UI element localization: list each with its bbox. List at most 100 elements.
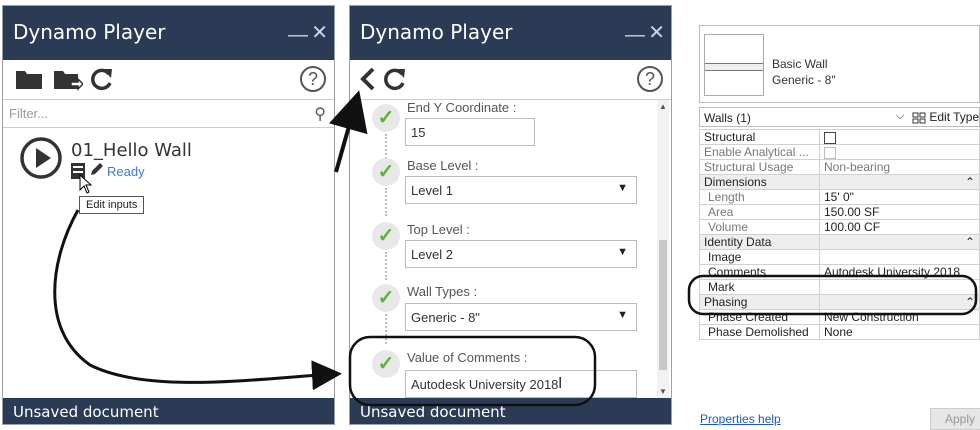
status-bar: Unsaved document (3, 398, 334, 424)
property-value: Non-bearing (819, 159, 980, 175)
property-row[interactable]: Comments Autodesk University 2018 (699, 264, 980, 280)
checkbox[interactable] (824, 131, 836, 144)
type-family: Basic Wall (772, 57, 828, 71)
minimize-button[interactable]: — (288, 24, 308, 47)
connector-line (385, 188, 387, 216)
property-name: Phase Demolished (699, 324, 820, 340)
scroll-down-icon[interactable]: ▼ (659, 387, 667, 396)
field-value: Level 2 (411, 247, 453, 262)
property-row[interactable]: Structural (699, 129, 980, 145)
property-row[interactable]: Phase Demolished None (699, 324, 980, 340)
dynamo-player-panel-right: Dynamo Player — ✕ ? ✓ End Y Coordinate :… (349, 5, 672, 425)
toolbar: ? (3, 60, 334, 100)
properties-help-link[interactable]: Properties help (700, 412, 781, 426)
type-name: Basic Wall Generic - 8" (772, 56, 836, 88)
property-row[interactable]: Image (699, 249, 980, 265)
field-value: Generic - 8" (411, 310, 480, 325)
property-value[interactable] (819, 249, 980, 265)
minimize-button[interactable]: — (625, 24, 645, 47)
property-value[interactable]: New Construction (819, 309, 980, 325)
property-name: Enable Analytical ... (699, 144, 820, 160)
wall-types-dropdown[interactable]: Generic - 8" ▼ (405, 303, 637, 331)
export-folder-icon[interactable] (53, 68, 83, 92)
field-label: End Y Coordinate : (407, 100, 517, 115)
dynamo-player-panel-left: Dynamo Player — ✕ ? Filter... ⚲ 01_Hello… (2, 5, 335, 425)
edit-type-label: Edit Type (929, 110, 980, 124)
selection-filter[interactable]: Walls (1) ⌵ Edit Type (699, 107, 980, 127)
field-label: Top Level : (407, 222, 470, 237)
selection-label: Walls (1) (704, 111, 751, 125)
properties-panel: Basic Wall Generic - 8" Walls (1) ⌵ Edit… (699, 25, 980, 430)
property-value[interactable]: None (819, 324, 980, 340)
type-selector[interactable]: Basic Wall Generic - 8" (699, 25, 980, 103)
text-cursor-icon: I (558, 375, 563, 392)
base-level-dropdown[interactable]: Level 1 ▼ (405, 176, 637, 204)
field-label: Wall Types : (407, 284, 478, 299)
back-arrow-icon[interactable] (358, 66, 378, 92)
collapse-icon[interactable]: ⌃ (819, 294, 980, 310)
property-value: 150.00 SF (819, 204, 980, 220)
filter-input[interactable]: Filter... ⚲ (3, 100, 334, 128)
type-variant: Generic - 8" (772, 73, 836, 87)
close-button[interactable]: ✕ (311, 20, 328, 45)
group-name: Identity Data (699, 234, 820, 250)
dropdown-caret-icon: ▼ (617, 309, 628, 321)
help-button[interactable]: ? (300, 66, 326, 92)
field-value: 15 (411, 125, 426, 140)
comments-value-input[interactable]: Autodesk University 2018 I (405, 370, 637, 398)
scroll-up-icon[interactable]: ▲ (659, 102, 667, 111)
scrollbar-thumb[interactable] (659, 240, 667, 370)
field-value: Autodesk University 2018 (411, 377, 559, 392)
connector-line (385, 252, 387, 280)
wall-type-preview (704, 34, 764, 96)
property-name: Area (699, 204, 820, 220)
check-icon: ✓ (372, 350, 400, 378)
close-button[interactable]: ✕ (648, 20, 665, 45)
comments-value[interactable]: Autodesk University 2018 (819, 264, 980, 280)
dropdown-caret-icon: ▼ (617, 246, 628, 258)
check-icon: ✓ (372, 284, 400, 312)
property-row[interactable]: Phase Created New Construction (699, 309, 980, 325)
structural-checkbox[interactable] (819, 129, 980, 145)
check-icon: ✓ (372, 222, 400, 250)
script-status: Ready (107, 164, 145, 179)
play-icon[interactable] (19, 136, 63, 180)
edit-type-button[interactable]: Edit Type (912, 110, 979, 124)
collapse-icon[interactable]: ⌃ (819, 234, 980, 250)
property-row: Enable Analytical ... (699, 144, 980, 160)
collapse-icon[interactable]: ⌃ (819, 174, 980, 190)
status-bar: Unsaved document (350, 398, 671, 424)
tooltip-edit-inputs: Edit inputs (79, 196, 145, 214)
refresh-icon[interactable] (89, 66, 115, 92)
field-label: Base Level : (407, 158, 479, 173)
chevron-down-icon[interactable]: ⌵ (896, 110, 904, 123)
title-bar: Dynamo Player — ✕ (3, 6, 334, 60)
group-header[interactable]: Dimensions ⌃ (699, 174, 980, 190)
help-button[interactable]: ? (637, 66, 663, 92)
property-row: Length 15' 0" (699, 189, 980, 205)
scrollbar[interactable]: ▲ ▼ (657, 100, 669, 398)
analytical-checkbox (819, 144, 980, 160)
connector-line (385, 314, 387, 344)
window-title: Dynamo Player (360, 20, 513, 44)
window-title: Dynamo Player (13, 20, 166, 44)
check-icon: ✓ (372, 104, 400, 132)
group-header[interactable]: Identity Data ⌃ (699, 234, 980, 250)
property-name: Image (699, 249, 820, 265)
group-name: Phasing (699, 294, 820, 310)
end-y-coordinate-input[interactable]: 15 (405, 118, 535, 146)
inputs-list: ✓ End Y Coordinate : 15 ✓ Base Level : L… (350, 100, 655, 398)
property-name: Structural Usage (699, 159, 820, 175)
refresh-icon[interactable] (382, 66, 408, 92)
group-header[interactable]: Phasing ⌃ (699, 294, 980, 310)
title-bar: Dynamo Player — ✕ (350, 6, 671, 60)
property-row[interactable]: Mark (699, 279, 980, 295)
property-value[interactable] (819, 279, 980, 295)
toolbar: ? (350, 60, 671, 100)
top-level-dropdown[interactable]: Level 2 ▼ (405, 240, 637, 268)
property-name: Mark (699, 279, 820, 295)
script-name: 01_Hello Wall (71, 140, 192, 161)
property-name: Phase Created (699, 309, 820, 325)
folder-icon[interactable] (15, 68, 43, 90)
field-label: Value of Comments : (407, 350, 528, 365)
